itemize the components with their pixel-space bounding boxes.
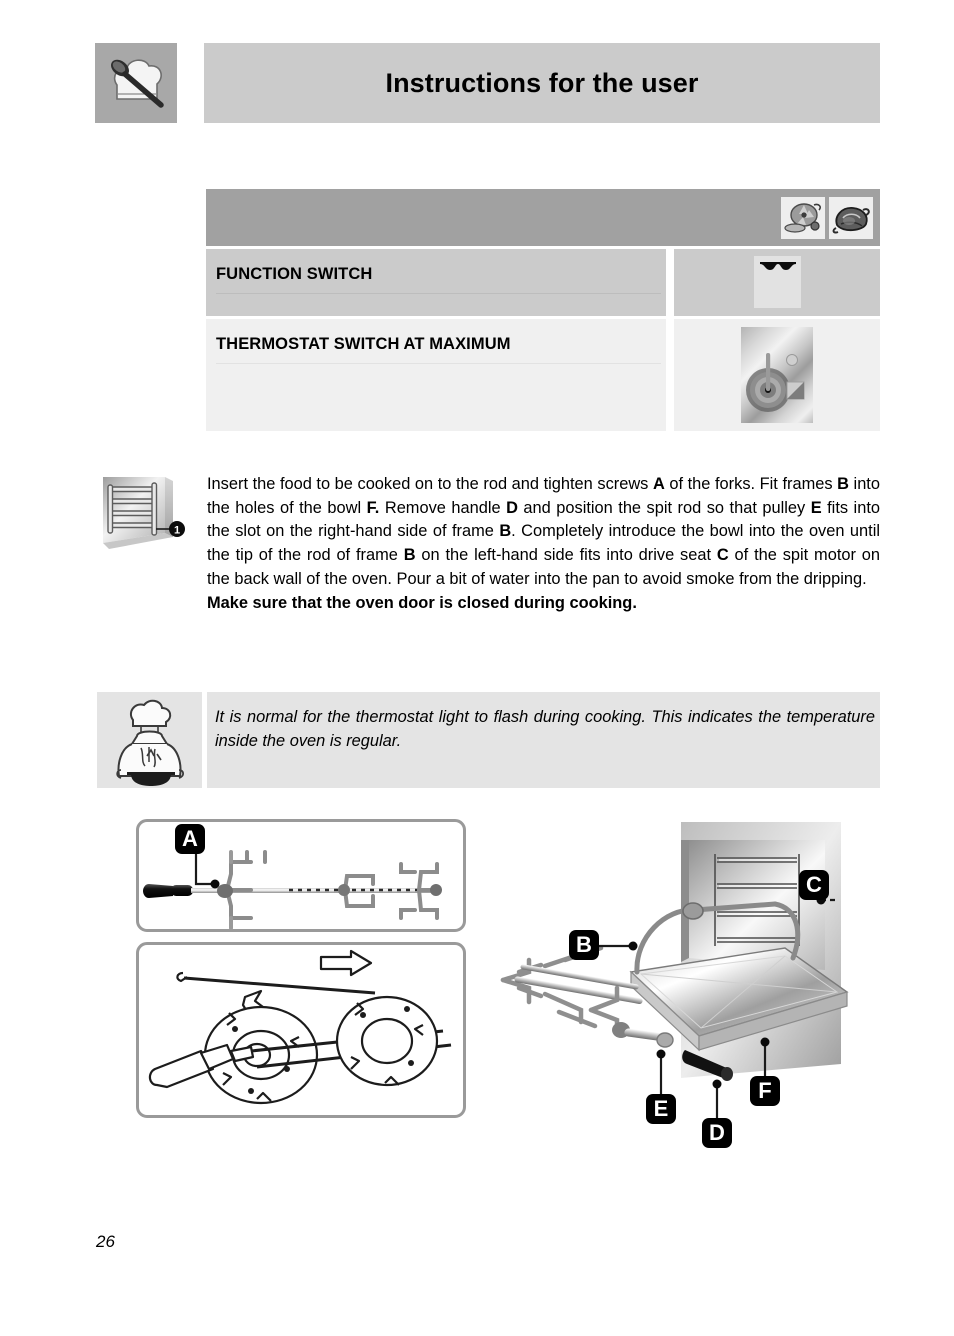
diagram-badge-c: C xyxy=(799,870,829,900)
thermostat-switch-label: THERMOSTAT SWITCH AT MAXIMUM xyxy=(216,335,661,364)
table-row: FUNCTION SWITCH xyxy=(206,249,880,316)
part-reference: B xyxy=(837,475,849,493)
page-title-bar: Instructions for the user xyxy=(204,43,880,123)
oven-side-rack-icon: 1 xyxy=(95,471,187,559)
instruction-warning: Make sure that the oven door is closed d… xyxy=(207,593,637,612)
function-switch-icon-cell xyxy=(674,249,880,316)
part-reference: E xyxy=(810,498,822,517)
part-reference: B xyxy=(499,522,512,541)
chef-cooking-icon xyxy=(97,692,202,788)
grill-element-icon xyxy=(753,256,801,308)
note-box: It is normal for the thermostat light to… xyxy=(207,692,880,788)
diagram-badge-e: E xyxy=(646,1094,676,1124)
thermostat-switch-icon-cell xyxy=(674,319,880,431)
function-switch-label: FUNCTION SWITCH xyxy=(216,265,661,294)
roast-fan-icon xyxy=(781,197,825,239)
thermostat-knob-icon xyxy=(741,327,813,423)
part-reference: C xyxy=(716,546,729,565)
margin-callout-number: 1 xyxy=(174,525,180,537)
oven-with-rotisserie-scene: B C E D F xyxy=(485,812,885,1182)
instruction-text: Insert the food to be cooked on to the r… xyxy=(207,475,881,588)
chef-hat-spoon-icon xyxy=(95,43,177,123)
diagram-badge-b: B xyxy=(569,930,599,960)
roast-chicken-icon xyxy=(829,197,873,239)
page-header: Instructions for the user xyxy=(95,43,880,123)
diagram-badge-a: A xyxy=(175,824,205,854)
settings-table-header xyxy=(206,189,880,246)
cooking-mode-icons xyxy=(781,197,873,239)
part-reference: F. xyxy=(366,498,380,517)
thermostat-switch-label-cell: THERMOSTAT SWITCH AT MAXIMUM xyxy=(206,319,666,431)
spit-rod-and-forks-panel: A xyxy=(136,819,466,932)
part-reference: A xyxy=(652,475,665,493)
part-reference: D xyxy=(506,498,518,517)
part-reference: B xyxy=(403,546,416,565)
page-title: Instructions for the user xyxy=(385,67,699,98)
spit-support-frames-panel xyxy=(136,942,466,1118)
diagram-badge-f: F xyxy=(750,1076,780,1106)
table-row: THERMOSTAT SWITCH AT MAXIMUM xyxy=(206,319,880,431)
diagram-badge-d: D xyxy=(702,1118,732,1148)
settings-table: FUNCTION SWITCH THERMOSTAT SWITCH AT MAX… xyxy=(206,189,880,431)
instruction-paragraph: Insert the food to be cooked on to the r… xyxy=(207,473,880,615)
rotisserie-diagrams: A B C E D F xyxy=(95,812,885,1192)
page-number: 26 xyxy=(96,1232,115,1251)
note-text: It is normal for the thermostat light to… xyxy=(215,708,875,750)
function-switch-label-cell: FUNCTION SWITCH xyxy=(206,249,666,316)
